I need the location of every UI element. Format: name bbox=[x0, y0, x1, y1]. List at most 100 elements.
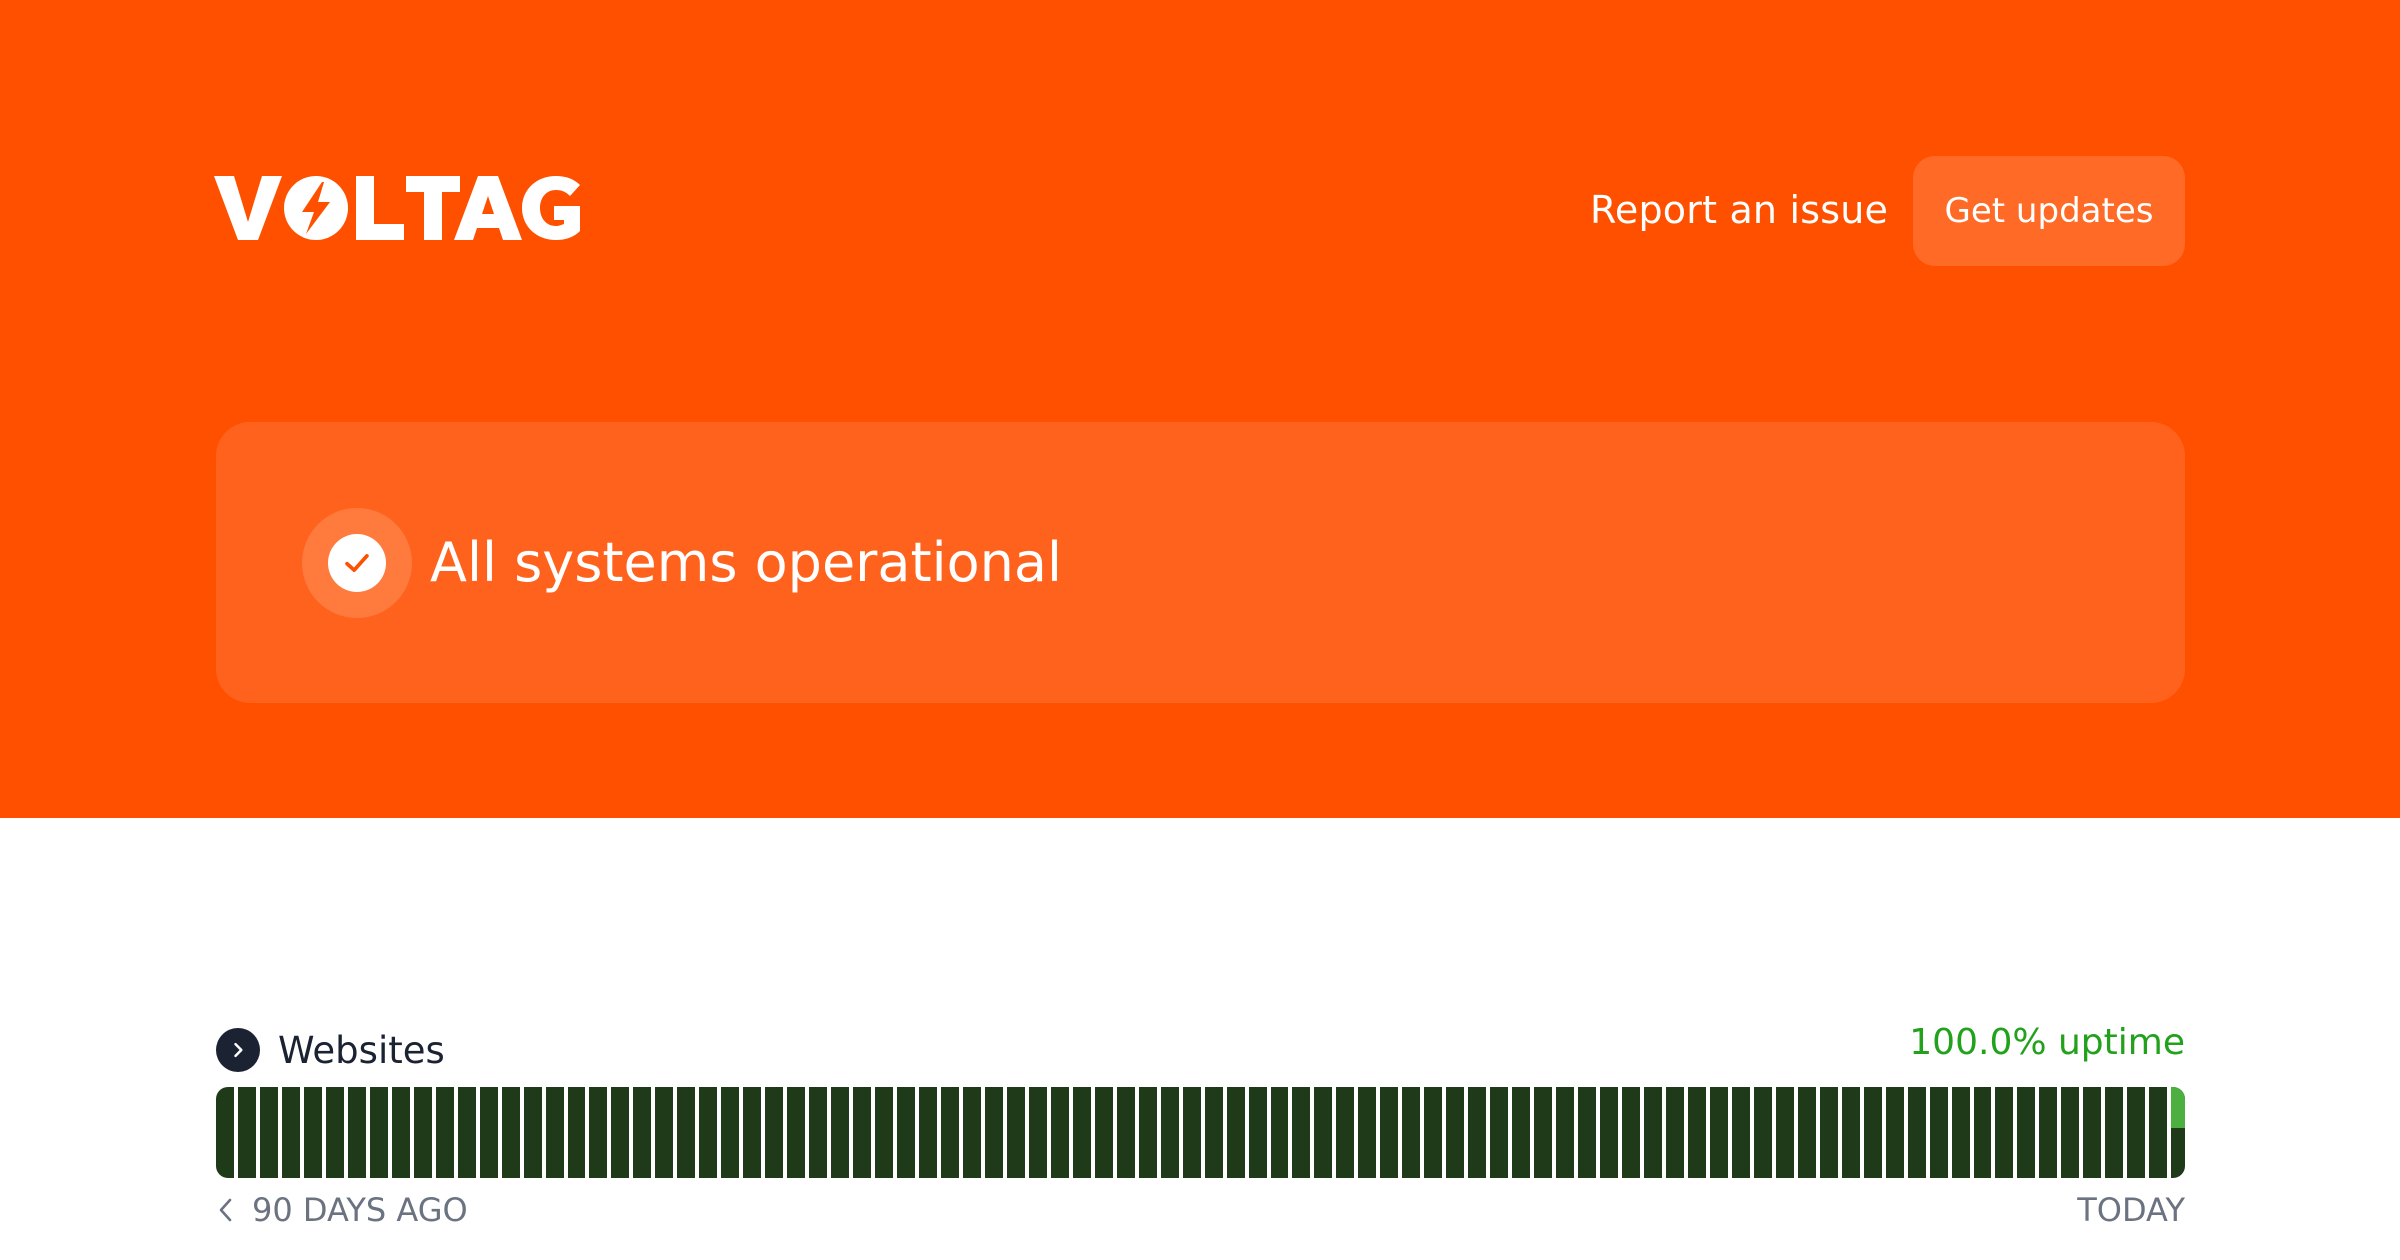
expand-group-button[interactable] bbox=[216, 1028, 260, 1072]
uptime-day-bar[interactable] bbox=[1556, 1087, 1575, 1178]
uptime-day-bar[interactable] bbox=[1622, 1087, 1640, 1178]
uptime-day-bar[interactable] bbox=[1775, 1087, 1794, 1178]
uptime-day-bar[interactable] bbox=[2039, 1087, 2058, 1178]
uptime-day-bar[interactable] bbox=[1907, 1087, 1926, 1178]
uptime-day-bar[interactable] bbox=[1885, 1087, 1904, 1178]
uptime-day-bar[interactable] bbox=[875, 1087, 894, 1178]
uptime-day-bar[interactable] bbox=[1006, 1087, 1025, 1178]
uptime-day-bar[interactable] bbox=[1995, 1087, 2014, 1178]
uptime-day-bar[interactable] bbox=[1094, 1087, 1113, 1178]
uptime-day-bar[interactable] bbox=[1182, 1087, 1201, 1178]
uptime-day-bar[interactable] bbox=[479, 1087, 498, 1178]
uptime-today-bar[interactable] bbox=[2171, 1087, 2185, 1178]
uptime-day-bar[interactable] bbox=[457, 1087, 476, 1178]
uptime-day-bar[interactable] bbox=[1600, 1087, 1618, 1178]
uptime-day-bar[interactable] bbox=[1753, 1087, 1772, 1178]
axis-start[interactable]: 90 DAYS AGO bbox=[216, 1188, 468, 1232]
uptime-day-bar[interactable] bbox=[1797, 1087, 1816, 1178]
status-icon-ring bbox=[302, 508, 412, 618]
uptime-day-bar[interactable] bbox=[347, 1087, 366, 1178]
uptime-day-bar[interactable] bbox=[1270, 1087, 1289, 1178]
uptime-day-bar[interactable] bbox=[1248, 1087, 1267, 1178]
uptime-day-bar[interactable] bbox=[1665, 1087, 1684, 1178]
uptime-day-bar[interactable] bbox=[325, 1087, 344, 1178]
uptime-day-bar[interactable] bbox=[853, 1087, 872, 1178]
uptime-day-bar[interactable] bbox=[1116, 1087, 1135, 1178]
uptime-day-bar[interactable] bbox=[545, 1087, 564, 1178]
uptime-day-bar[interactable] bbox=[1204, 1087, 1223, 1178]
uptime-day-bar[interactable] bbox=[1424, 1087, 1443, 1178]
uptime-day-bar[interactable] bbox=[1138, 1087, 1157, 1178]
uptime-day-bar[interactable] bbox=[677, 1087, 696, 1178]
uptime-day-bar[interactable] bbox=[1380, 1087, 1399, 1178]
uptime-day-bar[interactable] bbox=[567, 1087, 586, 1178]
uptime-day-bar[interactable] bbox=[1512, 1087, 1531, 1178]
uptime-day-bar[interactable] bbox=[435, 1087, 454, 1178]
uptime-day-bar[interactable] bbox=[2061, 1087, 2080, 1178]
axis-start-label: 90 DAYS AGO bbox=[252, 1191, 468, 1229]
uptime-day-bar[interactable] bbox=[281, 1087, 300, 1178]
uptime-day-bar[interactable] bbox=[984, 1087, 1003, 1178]
voltage-logo[interactable] bbox=[214, 168, 604, 248]
uptime-day-bar[interactable] bbox=[1578, 1087, 1597, 1178]
uptime-day-bar[interactable] bbox=[765, 1087, 784, 1178]
uptime-day-bar[interactable] bbox=[2127, 1087, 2146, 1178]
uptime-day-bar[interactable] bbox=[2083, 1087, 2102, 1178]
uptime-day-bar[interactable] bbox=[391, 1087, 410, 1178]
uptime-day-bar[interactable] bbox=[413, 1087, 432, 1178]
uptime-day-bar[interactable] bbox=[1490, 1087, 1509, 1178]
report-issue-link[interactable]: Report an issue bbox=[1590, 180, 1888, 240]
uptime-day-bar[interactable] bbox=[1731, 1087, 1750, 1178]
uptime-day-bar[interactable] bbox=[2149, 1087, 2168, 1178]
uptime-day-bar[interactable] bbox=[633, 1087, 652, 1178]
uptime-day-bar[interactable] bbox=[1072, 1087, 1091, 1178]
uptime-day-bar[interactable] bbox=[831, 1087, 850, 1178]
uptime-day-bar[interactable] bbox=[940, 1087, 959, 1178]
uptime-day-bar[interactable] bbox=[523, 1087, 542, 1178]
uptime-day-bar[interactable] bbox=[1358, 1087, 1377, 1178]
uptime-day-bar[interactable] bbox=[897, 1087, 915, 1178]
uptime-day-bar[interactable] bbox=[1446, 1087, 1465, 1178]
uptime-day-bar[interactable] bbox=[655, 1087, 674, 1178]
uptime-day-bar[interactable] bbox=[2105, 1087, 2124, 1178]
uptime-day-bar[interactable] bbox=[1160, 1087, 1179, 1178]
uptime-day-bar[interactable] bbox=[259, 1087, 278, 1178]
uptime-day-bar[interactable] bbox=[1534, 1087, 1553, 1178]
uptime-day-bar[interactable] bbox=[919, 1087, 937, 1178]
uptime-day-bar[interactable] bbox=[216, 1087, 234, 1178]
get-updates-button[interactable]: Get updates bbox=[1913, 156, 2185, 266]
uptime-day-bar[interactable] bbox=[501, 1087, 520, 1178]
uptime-day-bar[interactable] bbox=[611, 1087, 630, 1178]
uptime-day-bar[interactable] bbox=[809, 1087, 828, 1178]
uptime-day-bar[interactable] bbox=[1402, 1087, 1421, 1178]
uptime-day-bar[interactable] bbox=[1028, 1087, 1047, 1178]
uptime-day-bar[interactable] bbox=[1314, 1087, 1333, 1178]
uptime-day-bar[interactable] bbox=[1226, 1087, 1245, 1178]
uptime-bars bbox=[216, 1087, 2185, 1178]
uptime-day-bar[interactable] bbox=[1292, 1087, 1311, 1178]
uptime-day-bar[interactable] bbox=[303, 1087, 322, 1178]
uptime-day-bar[interactable] bbox=[743, 1087, 762, 1178]
group-name: Websites bbox=[278, 1029, 445, 1072]
uptime-day-bar[interactable] bbox=[369, 1087, 388, 1178]
uptime-day-bar[interactable] bbox=[1336, 1087, 1355, 1178]
uptime-day-bar[interactable] bbox=[1643, 1087, 1662, 1178]
uptime-day-bar[interactable] bbox=[721, 1087, 740, 1178]
uptime-day-bar[interactable] bbox=[1687, 1087, 1706, 1178]
uptime-day-bar[interactable] bbox=[1468, 1087, 1487, 1178]
uptime-day-bar[interactable] bbox=[1929, 1087, 1948, 1178]
uptime-day-bar[interactable] bbox=[699, 1087, 718, 1178]
uptime-day-bar[interactable] bbox=[1973, 1087, 1992, 1178]
uptime-day-bar[interactable] bbox=[1819, 1087, 1838, 1178]
uptime-day-bar[interactable] bbox=[589, 1087, 608, 1178]
uptime-day-bar[interactable] bbox=[1050, 1087, 1069, 1178]
uptime-day-bar[interactable] bbox=[1951, 1087, 1970, 1178]
uptime-day-bar[interactable] bbox=[2017, 1087, 2036, 1178]
uptime-day-bar[interactable] bbox=[1863, 1087, 1882, 1178]
uptime-day-bar[interactable] bbox=[1709, 1087, 1728, 1178]
uptime-day-bar[interactable] bbox=[787, 1087, 806, 1178]
uptime-day-bar[interactable] bbox=[962, 1087, 981, 1178]
uptime-day-bar[interactable] bbox=[1841, 1087, 1860, 1178]
voltage-logo-mark bbox=[214, 176, 580, 240]
uptime-day-bar[interactable] bbox=[237, 1087, 256, 1178]
